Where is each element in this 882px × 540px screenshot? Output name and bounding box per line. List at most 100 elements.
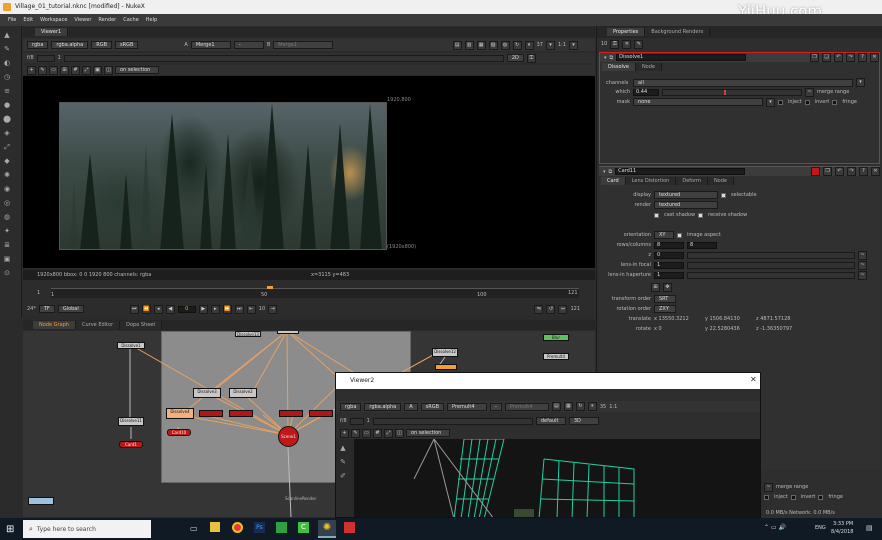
v2-overlay-icon[interactable]: ▤ [551, 402, 561, 411]
metadata-tool-icon[interactable]: ◍ [2, 212, 12, 222]
tab-curve-editor[interactable]: Curve Editor [75, 321, 121, 329]
input-b-dropdown[interactable]: Merge1 [273, 41, 334, 49]
viewer2-close-icon[interactable]: ✕ [750, 375, 757, 384]
v2-wipe-dropdown[interactable]: - [490, 402, 502, 411]
transform-order-dropdown[interactable]: SRT [654, 295, 676, 303]
card1-node[interactable]: Card1 [119, 441, 143, 448]
v2-lut-dropdown[interactable]: sRGB [420, 402, 445, 411]
app-red-icon[interactable] [344, 522, 355, 533]
tab-properties[interactable]: Properties [607, 28, 646, 36]
lens-haperture-anim-icon[interactable]: ~ [858, 270, 867, 280]
global-dropdown[interactable]: Global [57, 305, 84, 313]
tab-dope-sheet[interactable]: Dope Sheet [120, 321, 163, 329]
lens-haperture-slider[interactable] [687, 271, 855, 279]
display-dropdown[interactable]: textured [654, 191, 718, 199]
tab-deform[interactable]: Deform [676, 177, 708, 185]
dissolve2-node[interactable]: Dissolve2 [229, 388, 257, 398]
roi-icon[interactable]: ▭ [49, 65, 58, 75]
v2-picker-icon[interactable]: ✎ [351, 428, 360, 438]
start-icon[interactable]: ⊞ [6, 524, 14, 535]
wipe-dropdown[interactable]: - [233, 41, 264, 49]
v2-arrow-icon[interactable]: ▲ [338, 443, 348, 453]
step-value[interactable]: 10 [259, 306, 265, 312]
deep-tool-icon[interactable]: ◉ [2, 184, 12, 194]
channels-menu-icon[interactable]: ▾ [856, 78, 865, 87]
aspect-icon[interactable]: ▣ [93, 65, 102, 75]
transform-tool-icon[interactable]: ⤢ [2, 142, 12, 152]
dissolve4-node[interactable]: Dissolve4 [166, 408, 194, 419]
v2-gamma-value[interactable]: 1 [367, 418, 370, 424]
card-node-b[interactable] [229, 410, 253, 417]
v2-refresh-icon[interactable]: ↻ [575, 402, 585, 411]
render-dropdown[interactable]: textured [654, 201, 718, 209]
v2-input-a-dropdown[interactable]: A [404, 402, 418, 411]
gamma-value[interactable]: 1 [58, 55, 61, 61]
image-aspect-checkbox[interactable] [677, 232, 682, 238]
v2-pause-icon[interactable]: ⏸ [587, 402, 597, 411]
safe-icon[interactable]: ◫ [104, 65, 113, 75]
pause-icon[interactable]: ⏸ [524, 40, 534, 50]
chrome-icon[interactable] [232, 522, 243, 533]
bottom-merge-range[interactable]: merge range [776, 484, 808, 490]
undo-icon[interactable]: ↶ [834, 53, 843, 62]
arrow-tool-icon[interactable]: ▲ [2, 30, 12, 40]
gamma-slider[interactable] [63, 54, 504, 62]
card-help-icon[interactable]: ? [859, 167, 868, 176]
rotate-y[interactable]: y 22.5280436 [705, 326, 753, 332]
other-tool-icon[interactable]: ≣ [2, 240, 12, 250]
card-float-icon[interactable]: ❐ [823, 167, 832, 176]
card-top-node[interactable] [277, 331, 299, 334]
notification-icon[interactable]: ▤ [866, 524, 873, 532]
rotate-x[interactable]: x 0 [654, 326, 702, 332]
invert-checkbox[interactable] [804, 99, 810, 105]
card-close-icon[interactable]: ✕ [871, 167, 880, 176]
z-value[interactable]: 0 [654, 251, 684, 259]
cast-shadow-checkbox[interactable] [654, 212, 659, 218]
first-frame-icon[interactable]: ⏮ [129, 304, 139, 314]
columns-value[interactable]: 8 [687, 241, 717, 249]
prev-key-icon[interactable]: ⏪ [141, 304, 151, 314]
v2-gain-value[interactable]: f/8 [340, 418, 347, 424]
v2-checker-icon[interactable]: ▦ [563, 402, 573, 411]
3d-tool-icon[interactable]: ◆ [2, 156, 12, 166]
close-panel-icon[interactable]: ✕ [870, 53, 879, 62]
fringe-checkbox[interactable] [832, 99, 838, 105]
bottom-anim-icon[interactable]: ~ [764, 482, 773, 492]
loop-icon[interactable]: ↺ [546, 304, 556, 314]
cursor-icon[interactable]: + [27, 65, 36, 75]
tab-dissolve-node[interactable]: Node [635, 63, 662, 71]
viewer2-canvas[interactable] [354, 439, 760, 517]
app-green-icon[interactable] [276, 522, 287, 533]
dissolve12-node[interactable]: Dissolve12 [432, 348, 458, 357]
furnace-tool-icon[interactable]: ▣ [2, 254, 12, 264]
selectable-checkbox[interactable] [721, 192, 726, 198]
rotate-z[interactable]: z -1.36350797 [756, 326, 804, 332]
lock-icon[interactable]: ⚿ [526, 53, 536, 63]
orange-node[interactable] [435, 364, 457, 370]
redo-icon[interactable]: ↷ [846, 53, 855, 62]
timeline-ruler[interactable]: 1 50 100 [51, 286, 579, 298]
v2-gamma-slider[interactable] [372, 417, 533, 425]
menu-file[interactable]: File [8, 17, 16, 23]
alpha-dropdown[interactable]: rgba.alpha [51, 41, 89, 49]
menu-help[interactable]: Help [146, 17, 157, 23]
lens-focal-slider[interactable] [687, 261, 855, 269]
tab-node-graph[interactable]: Node Graph [33, 321, 76, 329]
lens-focal-value[interactable]: 1 [654, 261, 684, 269]
explorer-icon[interactable] [210, 522, 220, 532]
backdrop-label-node[interactable]: Backdrop [28, 497, 54, 505]
tab-card[interactable]: Card [601, 177, 626, 185]
proxy-icon[interactable]: ◍ [500, 40, 510, 50]
menu-workspace[interactable]: Workspace [40, 17, 67, 23]
zoom-menu-icon[interactable]: ▾ [569, 40, 578, 50]
merge-range-label[interactable]: merge range [817, 89, 849, 95]
range-icon[interactable]: ⇔ [558, 304, 568, 314]
v2-node-b-dropdown[interactable]: Premult4 [504, 402, 549, 411]
zoom-level[interactable]: 1:1 [558, 42, 566, 48]
refresh-icon[interactable]: ↻ [512, 40, 522, 50]
mask-dropdown[interactable]: none [633, 98, 763, 106]
close-all-icon[interactable]: ✕ [622, 39, 632, 49]
picker-icon[interactable]: ✎ [38, 65, 47, 75]
lens-haperture-value[interactable]: 1 [654, 271, 684, 279]
float2-icon[interactable]: ❏ [822, 53, 831, 62]
